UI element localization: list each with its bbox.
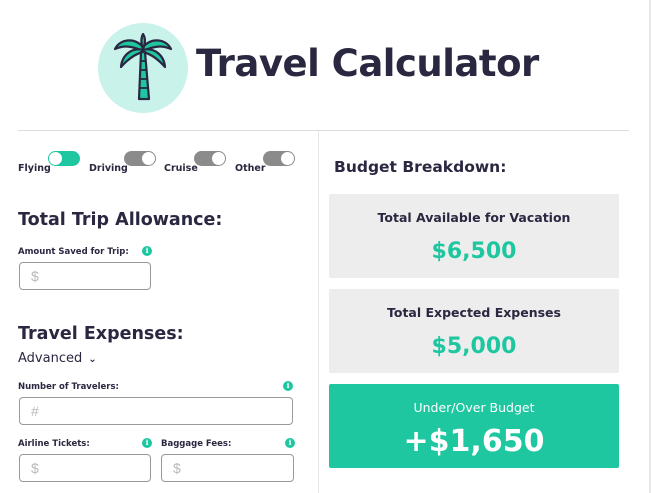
toggle-cruise[interactable]: [194, 151, 226, 166]
chevron-down-icon: ⌄: [88, 354, 97, 365]
info-icon[interactable]: i: [142, 438, 152, 448]
mode-label-other: Other: [235, 163, 266, 174]
amount-saved-input[interactable]: $: [19, 262, 151, 290]
breakdown-title: Budget Breakdown:: [334, 158, 507, 176]
mode-label-flying: Flying: [18, 163, 51, 174]
advanced-select[interactable]: Advanced ⌄: [18, 351, 97, 366]
airline-label: Airline Tickets:: [18, 439, 90, 449]
info-icon[interactable]: i: [283, 381, 293, 391]
advanced-select-label: Advanced: [18, 351, 83, 366]
mode-label-cruise: Cruise: [164, 163, 198, 174]
allowance-title: Total Trip Allowance:: [18, 210, 223, 230]
palm-tree-icon: [113, 33, 173, 101]
expenses-total-value: $5,000: [431, 334, 517, 359]
budget-result-value: +$1,650: [403, 424, 545, 459]
travelers-input[interactable]: #: [19, 397, 293, 425]
airline-input[interactable]: $: [19, 454, 151, 482]
budget-result-card: Under/Over Budget +$1,650: [329, 384, 619, 468]
mode-label-driving: Driving: [89, 163, 128, 174]
travelers-label: Number of Travelers:: [18, 382, 119, 392]
column-divider: [318, 131, 319, 493]
logo: [98, 23, 188, 113]
baggage-label: Baggage Fees:: [161, 439, 232, 449]
available-label: Total Available for Vacation: [377, 210, 571, 225]
expenses-total-label: Total Expected Expenses: [387, 305, 561, 320]
info-icon[interactable]: i: [142, 246, 152, 256]
page-title: Travel Calculator: [196, 42, 539, 85]
toggle-driving[interactable]: [124, 151, 156, 166]
toggle-flying[interactable]: [48, 151, 80, 166]
info-icon[interactable]: i: [285, 438, 295, 448]
available-card: Total Available for Vacation $6,500: [329, 194, 619, 278]
header-divider: [18, 130, 629, 131]
expenses-card: Total Expected Expenses $5,000: [329, 289, 619, 373]
amount-saved-label: Amount Saved for Trip:: [18, 247, 129, 257]
toggle-other[interactable]: [263, 151, 295, 166]
expenses-title: Travel Expenses:: [18, 324, 184, 344]
baggage-input[interactable]: $: [161, 454, 294, 482]
budget-result-label: Under/Over Budget: [413, 400, 535, 415]
available-value: $6,500: [431, 239, 517, 264]
